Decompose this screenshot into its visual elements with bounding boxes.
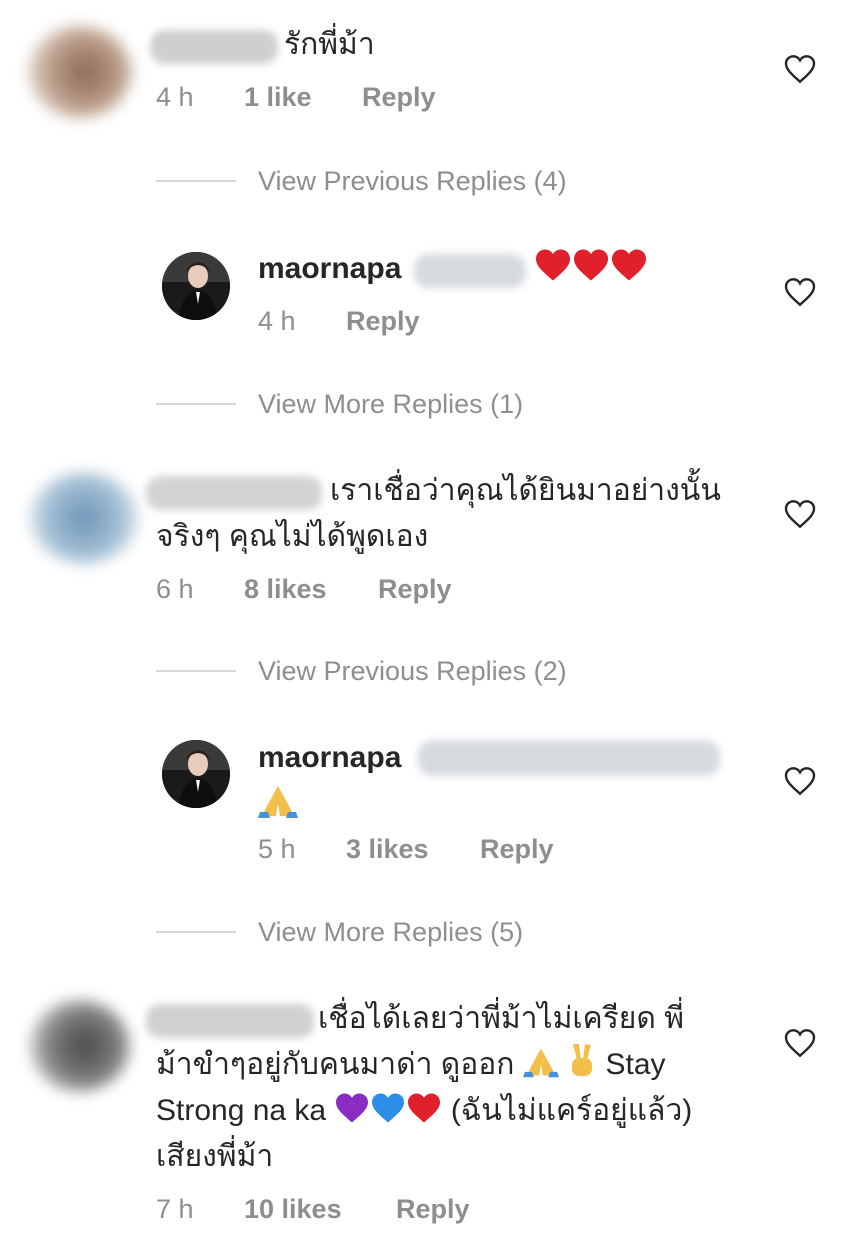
comment-text-segment: ม้าขำๆอยู่กับคนมาด่า ดูออก	[156, 1048, 515, 1081]
victory-hand-emoji	[567, 1042, 597, 1078]
likes-count[interactable]: 10 likes	[244, 1194, 342, 1225]
comment-time: 4 h	[156, 82, 194, 112]
avatar[interactable]	[28, 26, 132, 118]
username-redacted[interactable]	[146, 1004, 314, 1038]
username-redacted	[418, 740, 720, 776]
username-redacted[interactable]	[150, 30, 278, 64]
reply-username[interactable]: maornapa	[258, 735, 401, 781]
thread-divider	[156, 403, 236, 405]
comment-text-line-1: เชื่อได้เลยว่าพี่ม้าไม่เครียด พี่	[318, 1002, 684, 1035]
avatar[interactable]	[162, 740, 230, 808]
reply-button[interactable]: Reply	[480, 834, 554, 865]
comment-time: 6 h	[156, 574, 194, 604]
heart-outline-icon[interactable]	[784, 499, 816, 529]
reply-button[interactable]: Reply	[362, 82, 436, 113]
view-previous-replies-link[interactable]: View Previous Replies (2)	[258, 656, 567, 687]
comment-text: รักพี่ม้า	[284, 28, 375, 61]
thread-divider	[156, 931, 236, 933]
comment-text-line-2: จริงๆ คุณไม่ได้พูดเอง	[156, 520, 429, 553]
comment-text-line-1: เราเชื่อว่าคุณได้ยินมาอย่างนั้น	[330, 474, 721, 507]
reply-time: 5 h	[258, 834, 296, 864]
likes-count[interactable]: 1 like	[244, 82, 312, 113]
likes-count[interactable]: 3 likes	[346, 834, 429, 865]
comment-text-segment: Strong na ka	[156, 1094, 327, 1127]
heart-outline-icon[interactable]	[784, 766, 816, 796]
red-heart-emoji	[406, 1092, 442, 1124]
comment-text-segment: Stay	[605, 1048, 666, 1081]
folded-hands-emoji	[522, 1046, 559, 1078]
heart-outline-icon[interactable]	[784, 277, 816, 307]
red-heart-emoji	[534, 248, 572, 282]
avatar[interactable]	[30, 472, 138, 564]
blue-heart-emoji	[370, 1092, 406, 1124]
view-more-replies-link[interactable]: View More Replies (5)	[258, 917, 523, 948]
view-previous-replies-link[interactable]: View Previous Replies (4)	[258, 166, 567, 197]
purple-heart-emoji	[334, 1092, 370, 1124]
red-heart-emoji	[572, 248, 610, 282]
reply-button[interactable]: Reply	[396, 1194, 470, 1225]
username-redacted[interactable]	[146, 476, 322, 510]
comment-time: 7 h	[156, 1194, 194, 1224]
username-redacted	[414, 254, 526, 288]
avatar[interactable]	[30, 1000, 130, 1092]
thread-divider	[156, 180, 236, 182]
comment-text-segment: (ฉันไม่แคร์อยู่แล้ว)	[450, 1094, 693, 1127]
folded-hands-emoji	[258, 784, 298, 823]
reply-text	[534, 246, 648, 292]
red-heart-emoji	[610, 248, 648, 282]
comment-text-line-4: เสียงพี่ม้า	[156, 1140, 274, 1173]
reply-button[interactable]: Reply	[346, 306, 420, 337]
reply-username[interactable]: maornapa	[258, 246, 401, 292]
view-more-replies-link[interactable]: View More Replies (1)	[258, 389, 523, 420]
reply-button[interactable]: Reply	[378, 574, 452, 605]
comment-text-line-3: Strong na ka (ฉันไม่แคร์อยู่แล้ว)	[156, 1088, 692, 1134]
avatar[interactable]	[162, 252, 230, 320]
likes-count[interactable]: 8 likes	[244, 574, 327, 605]
thread-divider	[156, 670, 236, 672]
heart-outline-icon[interactable]	[784, 1028, 816, 1058]
comment-text-line-2: ม้าขำๆอยู่กับคนมาด่า ดูออก Stay	[156, 1042, 666, 1088]
reply-time: 4 h	[258, 306, 296, 336]
heart-outline-icon[interactable]	[784, 54, 816, 84]
